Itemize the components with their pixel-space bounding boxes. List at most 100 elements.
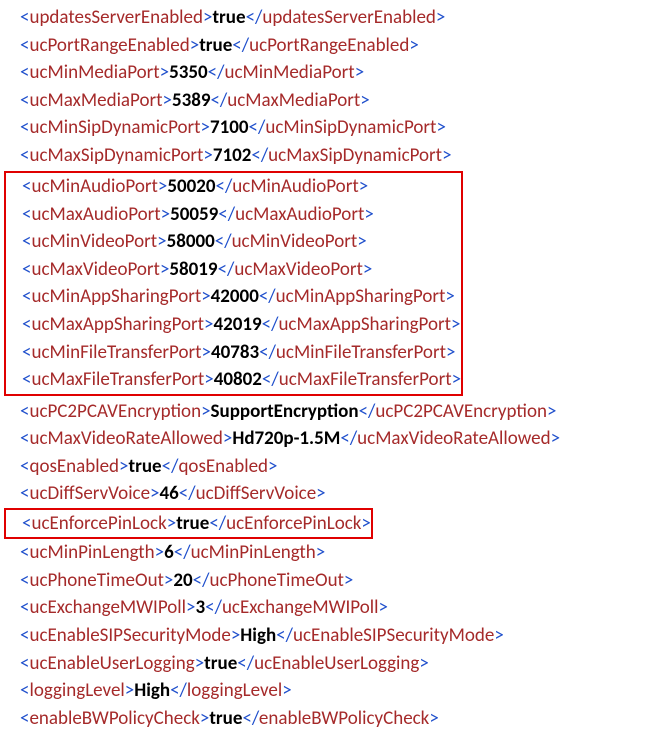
xml-line-ucMinPinLength: <ucMinPinLength>6</ucMinPinLength>	[4, 539, 668, 567]
angle-bracket-icon: >	[494, 624, 503, 647]
open-tag: ucEnableUserLogging	[29, 652, 194, 675]
open-tag: ucMinVideoPort	[31, 230, 157, 253]
close-tag: ucMaxAppSharingPort	[278, 313, 451, 336]
open-tag: ucPortRangeEnabled	[29, 34, 189, 57]
open-tag: ucMaxFileTransferPort	[31, 368, 204, 391]
open-tag: ucEnforcePinLock	[31, 512, 166, 535]
angle-bracket-icon: </	[262, 368, 279, 391]
xml-code-block: <updatesServerEnabled>true</updatesServe…	[4, 4, 668, 732]
angle-bracket-icon: </	[170, 679, 187, 702]
tag-value: 3	[195, 596, 205, 619]
tag-value: true	[129, 455, 162, 478]
open-tag: ucExchangeMWIPoll	[29, 596, 186, 619]
angle-bracket-icon: >	[344, 569, 353, 592]
close-tag: ucPhoneTimeOut	[209, 569, 343, 592]
xml-line-ucMaxFileTransferPort: <ucMaxFileTransferPort>40802</ucMaxFileT…	[6, 366, 461, 394]
xml-line-ucMaxMediaPort: <ucMaxMediaPort>5389</ucMaxMediaPort>	[4, 87, 668, 115]
tag-value: SupportEncryption	[211, 400, 359, 423]
angle-bracket-icon: </	[249, 116, 266, 139]
angle-bracket-icon: </	[262, 313, 279, 336]
close-tag: ucDiffServVoice	[196, 482, 317, 505]
angle-bracket-icon: >	[203, 144, 212, 167]
xml-line-ucPortRangeEnabled: <ucPortRangeEnabled>true</ucPortRangeEna…	[4, 32, 668, 60]
open-tag: ucMinAppSharingPort	[31, 285, 201, 308]
angle-bracket-icon: </	[259, 285, 276, 308]
angle-bracket-icon: >	[195, 652, 204, 675]
xml-line-ucMaxAppSharingPort: <ucMaxAppSharingPort>42019</ucMaxAppShar…	[6, 311, 461, 339]
tag-value: 42019	[213, 313, 261, 336]
open-tag: ucMaxAppSharingPort	[31, 313, 204, 336]
open-tag: enableBWPolicyCheck	[29, 707, 199, 730]
angle-bracket-icon: >	[364, 203, 373, 226]
close-tag: ucMinMediaPort	[224, 61, 354, 84]
angle-bracket-icon: >	[429, 707, 438, 730]
angle-bracket-icon: </	[259, 341, 276, 364]
close-tag: ucMaxMediaPort	[227, 89, 360, 112]
tag-value: 58000	[167, 230, 215, 253]
angle-bracket-icon: >	[409, 34, 418, 57]
xml-line-updatesServerEnabled: <updatesServerEnabled>true</updatesServe…	[4, 4, 668, 32]
angle-bracket-icon: >	[419, 652, 428, 675]
close-tag: ucMaxSipDynamicPort	[268, 144, 442, 167]
angle-bracket-icon: >	[378, 596, 387, 619]
xml-line-ucEnforcePinLock: <ucEnforcePinLock>true</ucEnforcePinLock…	[6, 510, 371, 538]
angle-bracket-icon: </	[193, 569, 210, 592]
angle-bracket-icon: </	[162, 455, 179, 478]
xml-line-enableBWPolicyCheck: <enableBWPolicyCheck>true</enableBWPolic…	[4, 705, 668, 733]
angle-bracket-icon: >	[204, 368, 213, 391]
angle-bracket-icon: >	[316, 482, 325, 505]
close-tag: ucEnforcePinLock	[226, 512, 361, 535]
angle-bracket-icon: </	[179, 482, 196, 505]
close-tag: ucMaxAudioPort	[235, 203, 364, 226]
angle-bracket-icon: >	[160, 61, 169, 84]
xml-line-ucExchangeMWIPoll: <ucExchangeMWIPoll>3</ucExchangeMWIPoll>	[4, 594, 668, 622]
open-tag: ucMinPinLength	[29, 541, 154, 564]
angle-bracket-icon: >	[268, 455, 277, 478]
tag-value: true	[212, 6, 245, 29]
angle-bracket-icon: </	[205, 596, 222, 619]
tag-value: 50020	[167, 175, 215, 198]
xml-line-ucPhoneTimeOut: <ucPhoneTimeOut>20</ucPhoneTimeOut>	[4, 567, 668, 595]
angle-bracket-icon: >	[201, 116, 210, 139]
angle-bracket-icon: >	[162, 89, 171, 112]
angle-bracket-icon: </	[218, 258, 235, 281]
highlight-box-pinlock: <ucEnforcePinLock>true</ucEnforcePinLock…	[4, 508, 373, 540]
close-tag: ucMinSipDynamicPort	[265, 116, 436, 139]
angle-bracket-icon: </	[242, 707, 258, 730]
close-tag: ucMinAppSharingPort	[276, 285, 446, 308]
angle-bracket-icon: >	[157, 230, 166, 253]
xml-line-ucEnableSIPSecurityMode: <ucEnableSIPSecurityMode>High</ucEnableS…	[4, 622, 668, 650]
close-tag: ucMinFileTransferPort	[276, 341, 446, 364]
angle-bracket-icon: >	[201, 400, 210, 423]
angle-bracket-icon: >	[436, 6, 445, 29]
tag-value: 5389	[172, 89, 211, 112]
open-tag: updatesServerEnabled	[29, 6, 203, 29]
open-tag: qosEnabled	[29, 455, 119, 478]
angle-bracket-icon: <	[20, 679, 29, 702]
tag-value: 50059	[170, 203, 218, 226]
xml-line-loggingLevel: <loggingLevel>High</loggingLevel>	[4, 677, 668, 705]
open-tag: ucMaxVideoRateAllowed	[29, 427, 222, 450]
angle-bracket-icon: </	[276, 624, 293, 647]
close-tag: loggingLevel	[187, 679, 282, 702]
angle-bracket-icon: </	[237, 652, 254, 675]
open-tag: ucMaxMediaPort	[29, 89, 162, 112]
open-tag: ucMaxAudioPort	[31, 203, 160, 226]
angle-bracket-icon: </	[209, 512, 226, 535]
angle-bracket-icon: >	[201, 341, 210, 364]
angle-bracket-icon: >	[201, 285, 210, 308]
close-tag: ucMinPinLength	[191, 541, 316, 564]
open-tag: ucMaxSipDynamicPort	[29, 144, 203, 167]
xml-line-ucDiffServVoice: <ucDiffServVoice>46</ucDiffServVoice>	[4, 480, 668, 508]
angle-bracket-icon: </	[174, 541, 191, 564]
angle-bracket-icon: >	[445, 285, 454, 308]
open-tag: ucMaxVideoPort	[31, 258, 159, 281]
close-tag: ucMinVideoPort	[232, 230, 358, 253]
tag-value: true	[204, 652, 237, 675]
angle-bracket-icon: >	[150, 482, 159, 505]
angle-bracket-icon: </	[215, 230, 232, 253]
close-tag: ucEnableUserLogging	[254, 652, 419, 675]
angle-bracket-icon: </	[208, 61, 225, 84]
tag-value: 58019	[169, 258, 217, 281]
angle-bracket-icon: >	[551, 427, 560, 450]
